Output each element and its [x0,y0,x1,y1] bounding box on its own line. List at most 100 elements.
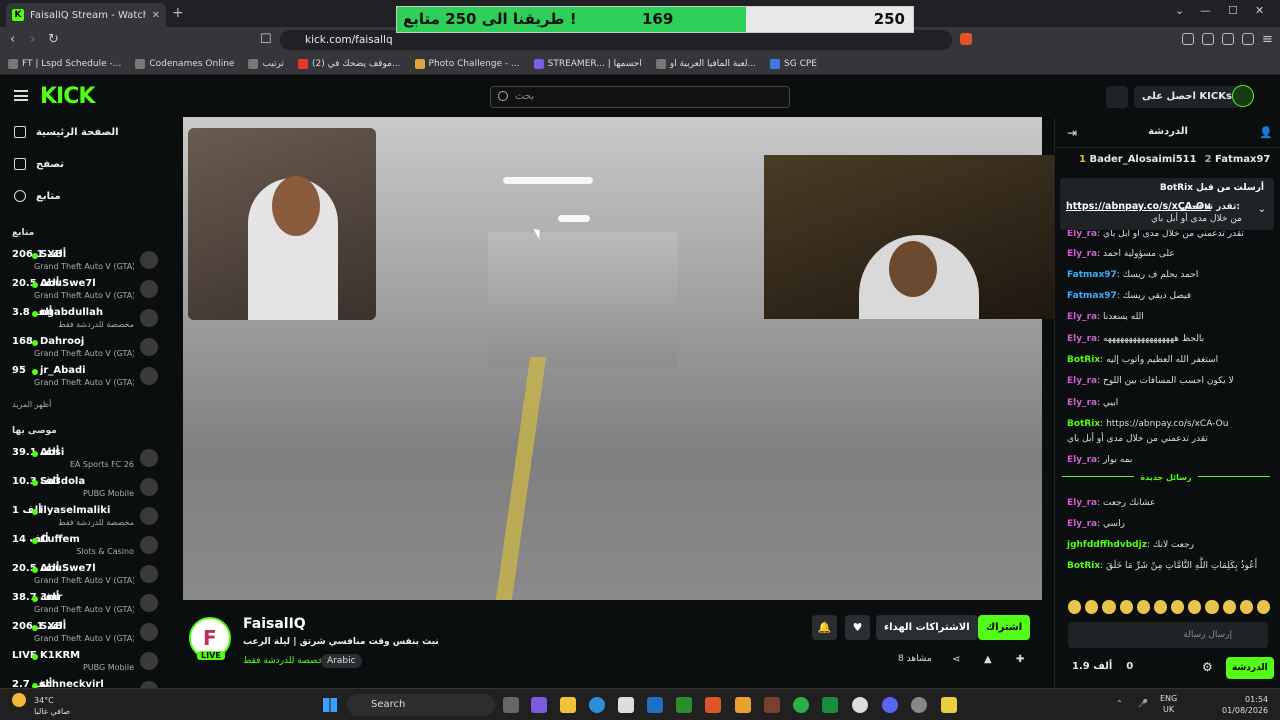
settings-icon[interactable] [852,697,868,713]
dashboard-icon[interactable] [1106,86,1128,108]
nav-home[interactable]: الصفحة الرئيسية [14,126,119,138]
streamer-name[interactable]: FaisalIQ [243,616,306,632]
file-explorer-icon[interactable] [560,697,576,713]
sidebar-channel[interactable]: 20.5 ألف AbuSwe7l Grand Theft Auto V (GTA) [0,562,172,590]
get-kicks-button[interactable]: احصل على KICKs [1134,86,1240,108]
chat-message[interactable]: Ely_ra: ابيي [1067,397,1272,409]
bookmark-item[interactable]: ترتيب [248,58,284,69]
store-icon[interactable] [618,697,634,713]
app-icon[interactable] [941,697,957,713]
tab-list-icon[interactable]: ⌄ [1175,4,1184,17]
taskview-icon[interactable] [503,697,519,713]
gift-subs-button[interactable]: الاشتراكات الهداء [876,615,978,640]
user-avatar[interactable] [1232,85,1254,107]
chat-username[interactable]: Ely_ra [1067,376,1097,386]
discord-icon[interactable] [882,697,898,713]
chat-message[interactable]: Fatmax97: احمد يحلم ف ريسك [1067,269,1272,281]
chat-username[interactable]: Ely_ra [1067,498,1097,508]
nav-browse[interactable]: تصفح [14,158,64,170]
sidebar-channel[interactable]: 3.8 ألف ogabdullah مخصصة للدردشة فقط [0,306,172,334]
chat-message[interactable]: Ely_ra: بمه بوار [1067,454,1272,466]
chat-username[interactable]: Ely_ra [1067,455,1097,465]
tray-chevron-icon[interactable]: ⌃ [1116,699,1123,708]
outlook-icon[interactable] [647,697,663,713]
sidebar-channel[interactable]: 20.5 ألف AbuSwe7l Grand Theft Auto V (GTA) [0,277,172,305]
edge-icon[interactable] [589,697,605,713]
bookmark-item[interactable]: (2) موقف يضحك في... [298,58,401,69]
excel-icon[interactable] [822,697,838,713]
maximize-icon[interactable]: ☐ [1228,4,1238,17]
close-window-icon[interactable]: ✕ [1255,4,1264,17]
chat-username[interactable]: Ely_ra [1067,249,1097,259]
browser-tab[interactable]: K FaisalIQ Stream - Watch Live ✕ [6,3,166,27]
sidebar-channel[interactable]: 206.1 ألف SXB Grand Theft Auto V (GTA) [0,620,172,648]
chat-users-icon[interactable]: 👤 [1259,126,1273,139]
sidebar-channel[interactable]: 10.3 ألف Sa3dola PUBG Mobile [0,475,172,503]
emote-icon[interactable] [1085,600,1099,614]
chat-message[interactable]: BotRix: https://abnpay.co/s/xCA-Ou [1067,418,1272,430]
chat-username[interactable]: Ely_ra [1067,312,1097,322]
microphone-icon[interactable]: 🎤 [1138,699,1148,708]
add-user-icon[interactable]: ✚ [1016,654,1024,665]
chevron-down-icon[interactable]: ⌄ [1258,204,1266,215]
emote-icon[interactable] [1119,600,1133,614]
chat-username[interactable]: BotRix [1067,355,1100,365]
app-icon[interactable] [735,697,751,713]
emote-icon[interactable] [1222,600,1236,614]
brave-shield-icon[interactable] [960,33,972,45]
chat-username[interactable]: BotRix [1067,419,1100,429]
follow-heart-icon[interactable]: ♥ [845,615,870,640]
chat-message[interactable]: Ely_ra: الله يسعدنا [1067,311,1272,323]
bookmark-item[interactable]: SG CPE [770,58,817,69]
minimize-icon[interactable]: — [1200,4,1211,17]
chat-message[interactable]: BotRix: أَعُوذُ بِكَلِمَاتِ اللَّهِ التَ… [1067,560,1272,572]
chat-username[interactable]: Ely_ra [1067,519,1097,529]
chat-username[interactable]: Fatmax97 [1067,270,1117,280]
emote-icon[interactable] [1188,600,1202,614]
leo-ai-icon[interactable] [1222,33,1234,45]
wallet-icon[interactable] [1202,33,1214,45]
chat-username[interactable]: Ely_ra [1067,229,1097,239]
report-icon[interactable]: ▲ [984,654,992,665]
xbox-icon[interactable] [676,697,692,713]
sidebar-channel[interactable]: 206.1 ألف SXB Grand Theft Auto V (GTA) [0,248,172,276]
widgets-icon[interactable] [531,697,547,713]
notification-bell-icon[interactable]: 🔔 [812,615,837,640]
chat-username[interactable]: BotRix [1067,561,1100,571]
sidebar-channel[interactable]: 39.1 ألف Absi EA Sports FC 26 [0,446,172,474]
emote-icon[interactable] [1171,600,1185,614]
brave-icon[interactable] [705,697,721,713]
sidebar-toggle-icon[interactable] [1182,33,1194,45]
reload-icon[interactable]: ↻ [48,32,59,47]
gifter-item[interactable]: 1 Bader_Alosaimi511 [1079,154,1197,165]
chat-settings-gear-icon[interactable]: ⚙ [1202,660,1213,674]
chat-username[interactable]: Fatmax97 [1067,291,1117,301]
bookmark-item[interactable]: STREAMER... | احسمها [533,58,642,69]
search-input[interactable]: بحث [490,86,790,108]
sidebar-channel[interactable]: 2.7 ألف schneckvirl [0,678,172,688]
subscribe-button[interactable]: اشتراك [978,615,1031,640]
sidebar-channel[interactable]: LIVE K1KRM PUBG Mobile [0,649,172,677]
bookmark-item[interactable]: Photo Challenge - ... [414,58,520,69]
emote-icon[interactable] [1153,600,1168,614]
windows-start-icon[interactable] [323,698,337,712]
bookmark-item[interactable]: لعبة المافيا العربية او... [655,58,756,69]
chat-message[interactable]: Ely_ra: راسي [1067,518,1272,530]
emote-icon[interactable] [1136,600,1150,614]
hamburger-menu-icon[interactable] [14,90,28,101]
new-tab-icon[interactable]: + [172,5,184,21]
pinned-message[interactable]: BotRix أرسلت من قبل https://abnpay.co/s/… [1060,178,1274,230]
app-icon[interactable] [764,697,780,713]
nav-following[interactable]: متابع [14,190,61,202]
show-more-link[interactable]: أظهر المزيد [12,400,51,409]
chat-message[interactable]: Ely_ra: عشانك رجعت [1067,497,1272,509]
chat-input[interactable]: إرسال رسالة [1068,622,1268,648]
sidebar-channel[interactable]: 168 Dahrooj Grand Theft Auto V (GTA) [0,335,172,363]
chat-message[interactable]: Ely_ra: على مسؤولية احمد [1067,248,1272,260]
forward-icon[interactable]: › [30,32,35,47]
chat-message[interactable]: تقدر تدعمني من خلال مدى أو أبل باي [1067,433,1272,445]
emote-icon[interactable] [1068,600,1082,614]
weather-widget[interactable]: 34°C صافي غالبا [12,693,70,716]
bookmark-item[interactable]: FT | Lspd Schedule -... [8,58,121,69]
kick-logo[interactable]: KICK [40,84,95,109]
